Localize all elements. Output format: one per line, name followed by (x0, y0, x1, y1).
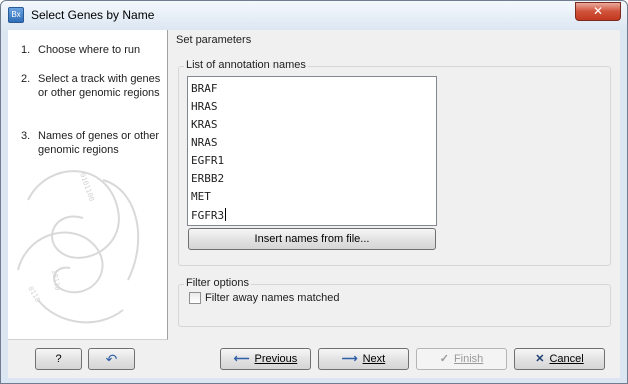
svg-text:10110: 10110 (50, 269, 62, 291)
close-x-icon: ✕ (535, 353, 545, 365)
filter-away-checkbox[interactable] (189, 292, 201, 304)
finish-label: Finish (453, 353, 484, 365)
step-label: Choose where to run (38, 44, 141, 56)
step-number: 1. (21, 44, 31, 56)
svg-text:0110: 0110 (26, 285, 41, 304)
dialog-body: 1. Choose where to run 2. Select a track… (8, 30, 620, 378)
list-item: NRAS (191, 136, 218, 149)
step-number: 2. (21, 73, 31, 85)
checkmark-icon: ✓ (439, 353, 449, 365)
text-caret (225, 208, 227, 221)
filter-options-group: Filter options (178, 277, 611, 327)
list-item: FGFR3 (191, 209, 225, 222)
cancel-label: Cancel (549, 353, 584, 365)
group-title: List of annotation names (184, 59, 308, 71)
reset-icon: ↶ (105, 351, 118, 367)
list-item: ERBB2 (191, 172, 225, 185)
list-item: BRAF (191, 82, 218, 95)
previous-button[interactable]: ⟵ Previous (220, 348, 311, 370)
filter-away-label[interactable]: Filter away names matched (205, 292, 340, 304)
arrow-right-icon: ⟶ (341, 353, 358, 365)
next-button[interactable]: ⟶ Next (318, 348, 409, 370)
arrow-left-icon: ⟵ (233, 353, 250, 365)
next-label: Next (362, 353, 386, 365)
section-title: Set parameters (176, 34, 252, 46)
reset-button[interactable]: ↶ (88, 348, 135, 370)
group-title: Filter options (184, 277, 251, 289)
dialog-window: Bx Select Genes by Name ✕ 1. Choose wher… (0, 0, 628, 384)
steps-panel: 1. Choose where to run 2. Select a track… (8, 30, 168, 340)
insert-names-from-file-button[interactable]: Insert names from file... (188, 228, 436, 250)
list-item: EGFR1 (191, 154, 225, 167)
dna-watermark-image: 0101100 10110 0110 (17, 170, 140, 324)
close-button[interactable]: ✕ (575, 2, 621, 21)
list-item-with-caret: FGFR3 (191, 208, 227, 222)
finish-button[interactable]: ✓ Finish (416, 348, 507, 370)
help-button[interactable]: ? (35, 348, 82, 370)
app-icon: Bx (8, 7, 24, 23)
list-item: KRAS (191, 118, 218, 131)
step-label: Select a track with genes or other genom… (38, 73, 161, 99)
title-bar[interactable]: Bx Select Genes by Name ✕ (1, 1, 627, 29)
window-title: Select Genes by Name (31, 8, 155, 22)
annotation-names-textarea[interactable]: BRAF HRAS KRAS NRAS EGFR1 ERBB2 MET FGFR… (187, 76, 437, 226)
previous-label: Previous (254, 353, 298, 365)
list-item: HRAS (191, 100, 218, 113)
parameters-panel: Set parameters List of annotation names … (169, 30, 620, 340)
cancel-button[interactable]: ✕ Cancel (514, 348, 605, 370)
list-item: MET (191, 190, 211, 203)
